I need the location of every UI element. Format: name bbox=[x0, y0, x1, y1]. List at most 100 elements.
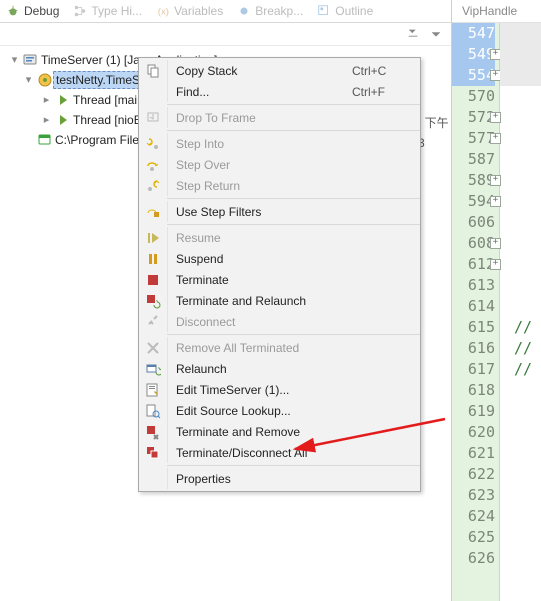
line-number[interactable]: 570 bbox=[452, 86, 495, 107]
code-line[interactable] bbox=[500, 296, 541, 317]
menu-item-terminate-disconnect-all[interactable]: Terminate/Disconnect All bbox=[139, 442, 420, 463]
code-line[interactable] bbox=[500, 443, 541, 464]
twistie-icon[interactable]: ▸ bbox=[40, 110, 53, 130]
thread-running-icon bbox=[55, 92, 71, 108]
twistie-icon[interactable]: ▾ bbox=[8, 50, 21, 70]
code-line[interactable] bbox=[500, 86, 541, 107]
code-line[interactable] bbox=[500, 65, 541, 86]
line-number[interactable]: 626 bbox=[452, 548, 495, 569]
code-line[interactable] bbox=[500, 275, 541, 296]
view-tab-tree[interactable]: Type Hi... bbox=[73, 4, 142, 18]
line-number[interactable]: 549+ bbox=[452, 44, 495, 65]
line-number[interactable]: 606 bbox=[452, 212, 495, 233]
line-number[interactable]: 594+ bbox=[452, 191, 495, 212]
code-line[interactable] bbox=[500, 401, 541, 422]
line-number[interactable]: 623 bbox=[452, 485, 495, 506]
resume-icon bbox=[139, 227, 168, 248]
code-line[interactable] bbox=[500, 254, 541, 275]
menu-item-label: Step Return bbox=[168, 179, 352, 193]
code-line[interactable] bbox=[500, 464, 541, 485]
twistie-icon[interactable]: ▾ bbox=[22, 70, 35, 90]
menu-separator bbox=[167, 104, 420, 105]
menu-item-label: Disconnect bbox=[168, 315, 352, 329]
code-line[interactable] bbox=[500, 380, 541, 401]
view-tab-row: Debug Type Hi... (x)Variables Breakp... Outl… bbox=[0, 0, 451, 23]
tree-item-label: C:\Program Files bbox=[55, 130, 145, 150]
line-number[interactable]: 618 bbox=[452, 380, 495, 401]
line-number[interactable]: 614 bbox=[452, 296, 495, 317]
view-tab-bug[interactable]: Debug bbox=[6, 4, 59, 18]
menu-item-step-over: Step Over bbox=[139, 154, 420, 175]
stepret-icon bbox=[139, 175, 168, 196]
menu-item-terminate[interactable]: Terminate bbox=[139, 269, 420, 290]
code-line[interactable] bbox=[500, 548, 541, 569]
menu-item-edit-source-lookup[interactable]: Edit Source Lookup... bbox=[139, 400, 420, 421]
menu-item-copy-stack[interactable]: Copy StackCtrl+C bbox=[139, 60, 420, 81]
debug-target-icon bbox=[37, 72, 53, 88]
menu-item-label: Properties bbox=[168, 472, 352, 486]
code-line[interactable] bbox=[500, 191, 541, 212]
code-line[interactable] bbox=[500, 107, 541, 128]
twistie-icon[interactable]: ▸ bbox=[40, 90, 53, 110]
relaunch-icon bbox=[139, 358, 168, 379]
line-number[interactable]: 554+ bbox=[452, 65, 495, 86]
code-line[interactable] bbox=[500, 527, 541, 548]
code-line[interactable] bbox=[500, 233, 541, 254]
code-line[interactable] bbox=[500, 170, 541, 191]
line-number[interactable]: 608+ bbox=[452, 233, 495, 254]
line-number[interactable]: 572+ bbox=[452, 107, 495, 128]
view-tab-outline[interactable]: Outline bbox=[317, 4, 373, 18]
line-number[interactable]: 616 bbox=[452, 338, 495, 359]
menu-item-step-into: Step Into bbox=[139, 133, 420, 154]
menu-item-terminate-and-remove[interactable]: Terminate and Remove bbox=[139, 421, 420, 442]
tree-item-label: Thread [nioE bbox=[73, 110, 142, 130]
code-column[interactable]: ////// bbox=[500, 23, 541, 601]
terminate-icon bbox=[139, 269, 168, 290]
line-number[interactable]: 622 bbox=[452, 464, 495, 485]
menu-item-properties[interactable]: Properties bbox=[139, 468, 420, 489]
code-line[interactable]: // bbox=[500, 338, 541, 359]
menu-item-suspend[interactable]: Suspend bbox=[139, 248, 420, 269]
panel-toolbar bbox=[0, 23, 451, 46]
menu-item-edit-timeserver-1[interactable]: Edit TimeServer (1)... bbox=[139, 379, 420, 400]
code-line[interactable] bbox=[500, 422, 541, 443]
menu-item-find[interactable]: Find...Ctrl+F bbox=[139, 81, 420, 102]
code-line[interactable] bbox=[500, 23, 541, 44]
view-menu-icon[interactable] bbox=[429, 27, 443, 41]
line-number[interactable]: 620 bbox=[452, 422, 495, 443]
menu-item-label: Find... bbox=[168, 85, 352, 99]
code-line[interactable] bbox=[500, 149, 541, 170]
code-line[interactable] bbox=[500, 506, 541, 527]
view-tab-vars[interactable]: (x)Variables bbox=[156, 4, 223, 18]
line-number[interactable]: 621 bbox=[452, 443, 495, 464]
code-line[interactable]: // bbox=[500, 359, 541, 380]
editor-tab[interactable]: VipHandle bbox=[452, 0, 541, 23]
line-number[interactable]: 615 bbox=[452, 317, 495, 338]
code-line[interactable] bbox=[500, 44, 541, 65]
line-number[interactable]: 624 bbox=[452, 506, 495, 527]
menu-item-use-step-filters[interactable]: Use Step Filters bbox=[139, 201, 420, 222]
line-number[interactable]: 547 bbox=[452, 23, 495, 44]
line-number[interactable]: 617 bbox=[452, 359, 495, 380]
menu-separator bbox=[167, 334, 420, 335]
line-number[interactable]: 625 bbox=[452, 527, 495, 548]
code-line[interactable] bbox=[500, 485, 541, 506]
dropframe-icon bbox=[139, 107, 168, 128]
code-line[interactable] bbox=[500, 212, 541, 233]
code-line[interactable]: // bbox=[500, 317, 541, 338]
tab-label: Type Hi... bbox=[91, 4, 142, 18]
collapse-all-icon[interactable] bbox=[407, 27, 421, 41]
line-number[interactable]: 619 bbox=[452, 401, 495, 422]
line-number[interactable]: 589+ bbox=[452, 170, 495, 191]
line-number[interactable]: 612+ bbox=[452, 254, 495, 275]
bug-icon bbox=[6, 4, 20, 18]
line-number[interactable]: 587 bbox=[452, 149, 495, 170]
view-tab-bp[interactable]: Breakp... bbox=[237, 4, 303, 18]
code-line[interactable] bbox=[500, 128, 541, 149]
vars-icon: (x) bbox=[156, 4, 170, 18]
menu-item-relaunch[interactable]: Relaunch bbox=[139, 358, 420, 379]
filter-icon bbox=[139, 201, 168, 222]
menu-item-terminate-and-relaunch[interactable]: Terminate and Relaunch bbox=[139, 290, 420, 311]
line-number[interactable]: 613 bbox=[452, 275, 495, 296]
line-number[interactable]: 577+ bbox=[452, 128, 495, 149]
